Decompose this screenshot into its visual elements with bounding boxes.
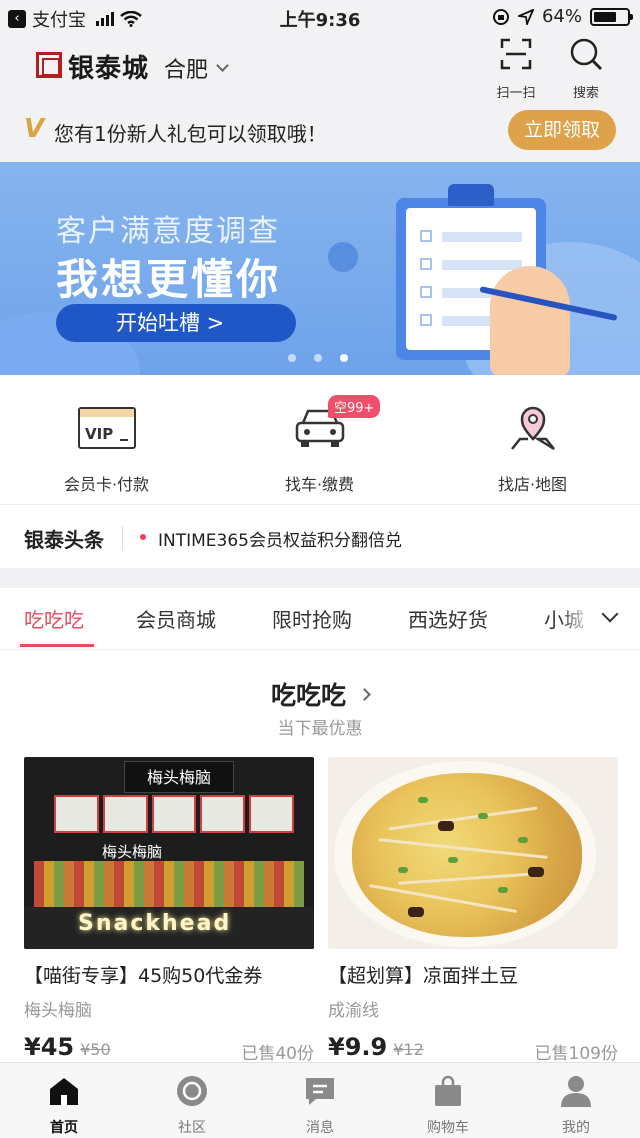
section-title-text: 吃吃吃 [270, 681, 346, 710]
product-price: ¥9.9 [328, 1033, 388, 1061]
vip-card-icon: VIP [78, 403, 136, 453]
decor-dot [328, 242, 358, 272]
nav-cart[interactable]: 购物车 [384, 1063, 512, 1138]
product-sold-count: 已售40份 [241, 1044, 314, 1064]
quick-action-label: 找店·地图 [497, 475, 568, 494]
scan-icon [500, 38, 532, 70]
quick-actions: VIP 会员卡·付款 找车·缴费 空99+ 找店·地图 [0, 375, 640, 505]
claim-gift-button[interactable]: 立即领取 [508, 110, 616, 150]
scan-button[interactable]: 扫一扫 [486, 36, 546, 101]
quick-action-member-card[interactable]: VIP 会员卡·付款 [0, 375, 213, 505]
tab-eat[interactable]: 吃吃吃 [24, 604, 84, 633]
scan-label: 扫一扫 [496, 86, 536, 101]
bottom-nav: 首页 社区 消息 购物车 我的 [0, 1062, 640, 1138]
store-sign: 梅头梅脑 [124, 761, 234, 793]
section-spacer [0, 568, 640, 588]
location-arrow-icon [517, 8, 534, 25]
nav-label: 首页 [50, 1120, 78, 1136]
brand-logo-text: 银泰城 [68, 54, 150, 84]
shopping-bag-icon [435, 1075, 461, 1106]
brand-logo-icon [36, 52, 62, 78]
product-image-storefront[interactable]: 梅头梅脑 梅头梅脑 Snackhead [24, 757, 314, 949]
section-title[interactable]: 吃吃吃 [0, 676, 640, 712]
hero-title-line2: 我想更懂你 [56, 255, 282, 304]
headline-title: 银泰头条 [24, 528, 104, 552]
noodle-dish [352, 773, 582, 937]
vip-v-icon: V [24, 114, 45, 144]
quick-action-store-map[interactable]: 找店·地图 [426, 375, 639, 505]
clipboard-clip [448, 184, 494, 206]
pager-dot[interactable] [288, 354, 296, 362]
product-sold-count: 已售109份 [534, 1044, 618, 1064]
carousel-pager[interactable] [288, 354, 348, 362]
battery-percent: 64% [541, 6, 582, 27]
chevron-down-icon [216, 58, 229, 72]
hero-cta-button[interactable]: 开始吐槽 > [56, 304, 296, 342]
candy-shelf [34, 861, 304, 909]
active-tab-indicator [20, 644, 94, 647]
divider [122, 526, 123, 550]
battery-icon [590, 7, 633, 26]
parking-availability-badge: 空99+ [328, 395, 381, 418]
category-tabs: 吃吃吃 会员商城 限时抢购 西选好货 小城 [0, 588, 640, 650]
search-button[interactable]: 搜索 [556, 36, 616, 101]
menu-panels [54, 795, 294, 833]
hand-illustration [490, 266, 570, 375]
quick-action-label: 找车·缴费 [284, 475, 355, 494]
tab-west-goods[interactable]: 西选好货 [408, 604, 488, 633]
profile-icon [561, 1076, 591, 1107]
message-icon [306, 1078, 334, 1105]
app-header: 银泰城 合肥 扫一扫 搜索 [0, 34, 640, 101]
city-selector[interactable]: 合肥 [164, 52, 229, 84]
vip-card-text: VIP [85, 425, 114, 443]
neon-sign: Snackhead [78, 911, 232, 936]
tab-member-mall[interactable]: 会员商城 [136, 604, 216, 633]
hero-carousel[interactable]: 客户满意度调查 我想更懂你 开始吐槽 > [0, 162, 640, 375]
nav-home[interactable]: 首页 [0, 1063, 128, 1138]
new-user-gift-banner: V 您有1份新人礼包可以领取哦！ 立即领取 [0, 100, 640, 162]
rotation-lock-icon [492, 8, 509, 25]
nav-community[interactable]: 社区 [128, 1063, 256, 1138]
product-card[interactable]: 【超划算】凉面拌土豆 成渝线 ¥9.9 ¥12 已售109份 [328, 757, 618, 1064]
nav-label: 社区 [178, 1120, 206, 1136]
status-bar: ‹ 支付宝 上午9:36 64% [0, 0, 640, 34]
section-subtitle: 当下最优惠 [277, 719, 363, 739]
quick-action-parking[interactable]: 找车·缴费 [213, 375, 426, 505]
store-sign-small: 梅头梅脑 [102, 843, 163, 861]
tab-fade [560, 588, 640, 648]
hero-title-line1: 客户满意度调查 [56, 214, 280, 249]
product-original-price: ¥12 [393, 1040, 424, 1059]
product-shop: 梅头梅脑 [24, 1001, 92, 1021]
map-pin-icon [511, 406, 555, 451]
product-original-price: ¥50 [80, 1040, 111, 1059]
nav-label: 购物车 [427, 1120, 469, 1136]
pager-dot[interactable] [314, 354, 322, 362]
product-card[interactable]: 梅头梅脑 梅头梅脑 Snackhead 【喵街专享】45购50代金券 梅头梅脑 … [24, 757, 314, 1064]
chevron-right-icon [358, 687, 371, 701]
pager-dot-active[interactable] [340, 354, 348, 362]
product-image-dish[interactable] [328, 757, 618, 949]
headline-ticker[interactable]: 银泰头条 INTIME365会员权益积分翻倍兑 [0, 506, 640, 568]
nav-label: 我的 [562, 1120, 590, 1136]
nav-label: 消息 [306, 1120, 334, 1136]
headline-bullet [140, 534, 146, 540]
product-name: 【超划算】凉面拌土豆 [328, 965, 519, 987]
search-label: 搜索 [572, 86, 599, 101]
headline-message[interactable]: INTIME365会员权益积分翻倍兑 [158, 526, 402, 551]
community-icon [177, 1076, 207, 1106]
tab-flash-sale[interactable]: 限时抢购 [272, 604, 352, 633]
nav-profile[interactable]: 我的 [512, 1063, 640, 1138]
product-price: ¥45 [24, 1033, 75, 1061]
quick-action-label: 会员卡·付款 [63, 475, 150, 494]
product-name: 【喵街专享】45购50代金券 [24, 965, 263, 987]
city-name: 合肥 [164, 58, 209, 83]
nav-messages[interactable]: 消息 [256, 1063, 384, 1138]
search-icon [570, 38, 603, 71]
product-shop: 成渝线 [328, 1001, 379, 1021]
home-icon [50, 1078, 78, 1105]
gift-text: 您有1份新人礼包可以领取哦！ [54, 122, 327, 146]
